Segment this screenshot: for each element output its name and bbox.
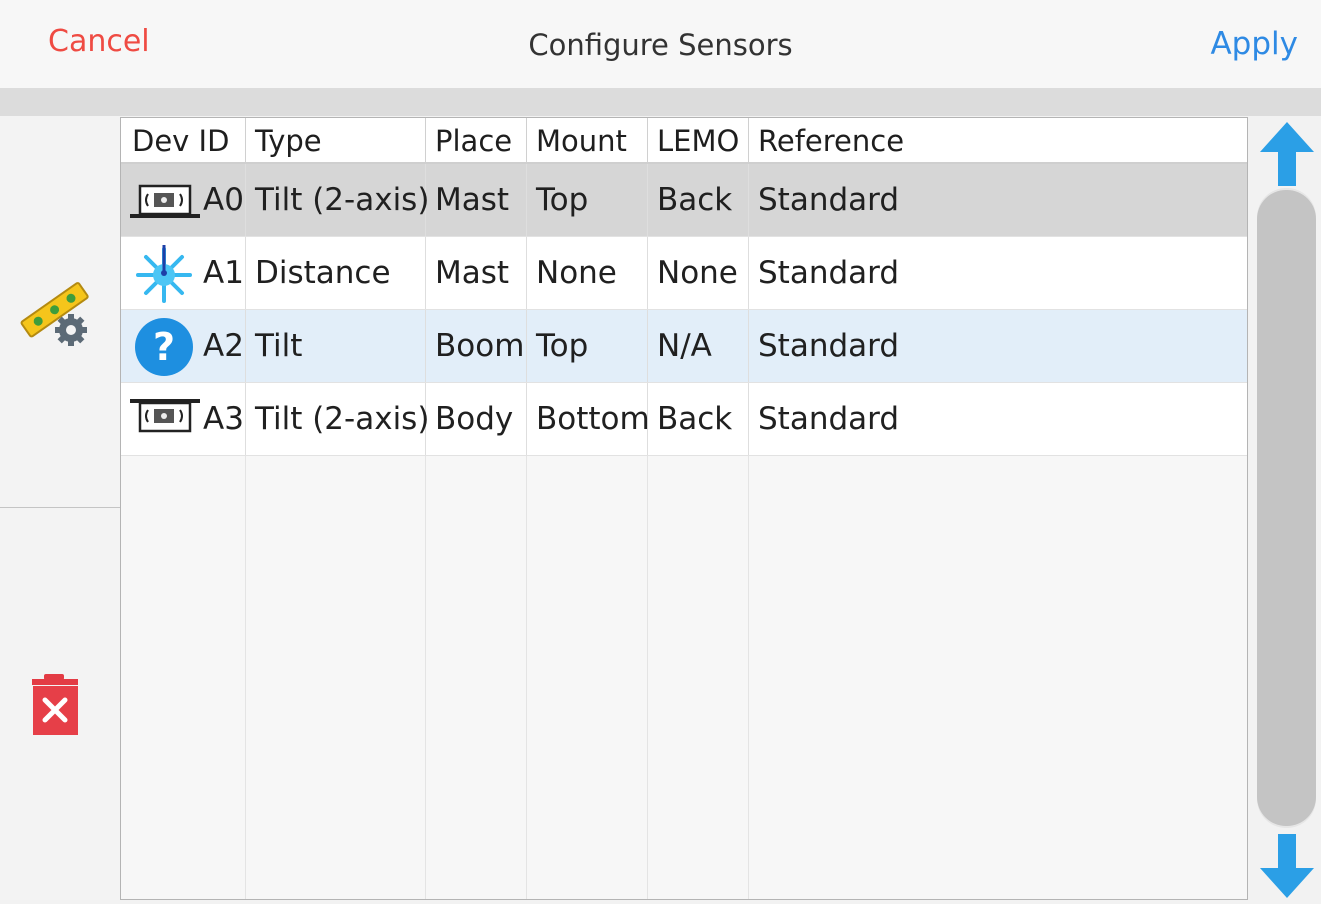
row-reference: Standard (758, 255, 900, 291)
row-place: Mast (435, 255, 510, 291)
header-separator (245, 118, 246, 164)
row-type: Tilt (2-axis) (255, 401, 430, 437)
row-mount: None (536, 255, 617, 291)
column-header-lemo[interactable]: LEMO (657, 124, 739, 158)
row-place: Boom (435, 328, 525, 364)
row-lemo: N/A (657, 328, 712, 364)
row-separator (245, 383, 246, 456)
row-separator (748, 237, 749, 310)
row-separator (748, 383, 749, 456)
row-place: Body (435, 401, 514, 437)
column-header-mount[interactable]: Mount (536, 124, 627, 158)
level-gear-icon (20, 282, 89, 346)
configure-sensor-button[interactable] (18, 272, 94, 352)
row-mount: Bottom (536, 401, 650, 437)
help-question-icon: ? (135, 318, 193, 376)
row-separator (647, 310, 648, 383)
scroll-up-button[interactable] (1258, 120, 1316, 188)
row-separator (526, 383, 527, 456)
top-bar: Cancel Configure Sensors Apply (0, 0, 1321, 88)
row-separator (245, 310, 246, 383)
arrow-down-icon (1260, 834, 1314, 898)
tilt-2axis-inverted-sensor-icon (130, 399, 200, 433)
row-separator (526, 310, 527, 383)
row-separator (526, 237, 527, 310)
row-separator (245, 164, 246, 237)
row-type: Tilt (255, 328, 303, 364)
table-row[interactable]: ? A2 Tilt Boom Top N/A Standard (121, 310, 1247, 383)
row-lemo: None (657, 255, 738, 291)
table-row[interactable]: A3 Tilt (2-axis) Body Bottom Back Standa… (121, 383, 1247, 456)
column-header-place[interactable]: Place (435, 124, 512, 158)
header-divider-strip (0, 88, 1321, 116)
row-separator (748, 164, 749, 237)
row-reference: Standard (758, 182, 900, 218)
row-mount: Top (536, 182, 589, 218)
row-lemo: Back (657, 401, 733, 437)
row-mount: Top (536, 328, 589, 364)
row-place: Mast (435, 182, 510, 218)
header-separator (425, 118, 426, 164)
row-separator (245, 237, 246, 310)
header-separator (526, 118, 527, 164)
scroll-down-button[interactable] (1258, 832, 1316, 900)
arrow-up-icon (1260, 122, 1314, 186)
table-row[interactable]: A1 Distance Mast None None Standard (121, 237, 1247, 310)
scrollbar-thumb[interactable] (1257, 190, 1316, 826)
apply-button[interactable]: Apply (1210, 26, 1298, 62)
row-divider (121, 455, 1247, 456)
header-separator (748, 118, 749, 164)
sidebar-divider (0, 507, 120, 508)
sensor-table: Dev ID Type Place Mount LEMO Reference A… (120, 117, 1248, 900)
row-separator (425, 310, 426, 383)
page-title: Configure Sensors (528, 28, 793, 62)
row-reference: Standard (758, 401, 900, 437)
row-dev-id: A0 (203, 182, 244, 218)
row-separator (526, 164, 527, 237)
table-row[interactable]: A0 Tilt (2-axis) Mast Top Back Standard (121, 164, 1247, 237)
sidebar (0, 116, 120, 900)
row-separator (647, 164, 648, 237)
row-dev-id: A2 (203, 328, 244, 364)
table-header: Dev ID Type Place Mount LEMO Reference (121, 118, 1247, 164)
header-separator (647, 118, 648, 164)
delete-sensor-button[interactable] (30, 674, 82, 736)
row-reference: Standard (758, 328, 900, 364)
column-header-dev-id[interactable]: Dev ID (132, 124, 229, 158)
distance-laser-icon (136, 245, 192, 303)
tilt-2axis-sensor-icon (130, 184, 200, 218)
trash-delete-icon (32, 674, 78, 735)
row-separator (647, 237, 648, 310)
row-type: Distance (255, 255, 391, 291)
row-separator (425, 237, 426, 310)
column-header-reference[interactable]: Reference (758, 124, 904, 158)
row-dev-id: A1 (203, 255, 244, 291)
row-separator (748, 310, 749, 383)
column-header-type[interactable]: Type (255, 124, 322, 158)
row-lemo: Back (657, 182, 733, 218)
row-type: Tilt (2-axis) (255, 182, 430, 218)
svg-text:?: ? (153, 325, 175, 369)
row-dev-id: A3 (203, 401, 244, 437)
